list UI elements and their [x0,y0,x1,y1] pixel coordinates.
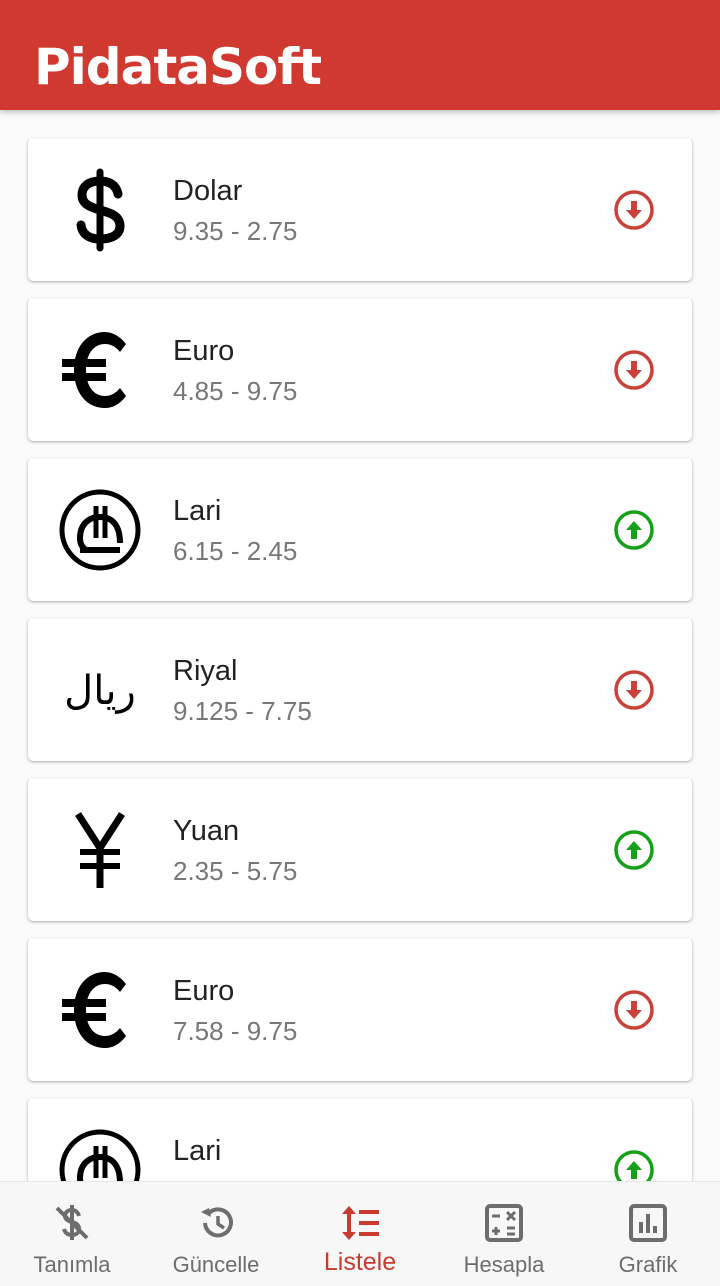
calculator-icon [483,1202,525,1244]
nav-item-hesapla[interactable]: Hesapla [432,1182,576,1286]
chart-icon [627,1202,669,1244]
currency-range: 9.125 - 7.75 [173,696,312,726]
bottom-navigation: Tanımla Güncelle Listele Hesapla Grafik [0,1181,720,1286]
arrow-down-circle-icon[interactable] [613,669,655,711]
currency-card[interactable]: Euro 4.85 - 9.75 [28,298,692,441]
currency-name: Lari [173,1135,222,1167]
currency-name: Dolar [173,175,243,207]
currency-card[interactable]: Yuan 2.35 - 5.75 [28,778,692,921]
arrow-down-circle-icon[interactable] [613,349,655,391]
currency-card[interactable]: Euro 7.58 - 9.75 [28,938,692,1081]
currency-name: Euro [173,975,235,1007]
nav-label: Grafik [618,1252,678,1277]
svg-text:ريال: ريال [64,668,136,714]
riyal-icon: ريال [56,646,144,734]
yuan-icon [56,806,144,894]
nav-label: Listele [323,1248,397,1276]
nav-item-güncelle[interactable]: Güncelle [144,1182,288,1286]
currency-list[interactable]: Dolar 9.35 - 2.75 Euro 4.85 - 9.75 Lari 6.15 … [0,110,720,1181]
lari-icon [56,1126,144,1181]
currency-range: 7.58 - 9.75 [173,1016,298,1046]
currency-range: 9.35 - 2.75 [173,216,298,246]
arrow-up-circle-icon[interactable] [613,829,655,871]
currency-card[interactable]: Dolar 9.35 - 2.75 [28,138,692,281]
arrow-down-circle-icon[interactable] [613,189,655,231]
nav-label: Güncelle [172,1252,260,1277]
currency-card[interactable]: ريال Riyal 9.125 - 7.75 [28,618,692,761]
currency-name: Yuan [173,815,240,847]
currency-range: 2.35 - 5.75 [173,856,298,886]
euro-icon [56,326,144,414]
app-title: PidataSoft [34,38,322,96]
money-off-icon [51,1202,93,1244]
currency-name: Riyal [173,655,238,687]
app-bar: PidataSoft [0,0,720,110]
dollar-icon [56,166,144,254]
nav-item-grafik[interactable]: Grafik [576,1182,720,1286]
nav-label: Hesapla [463,1252,545,1277]
nav-item-tanımla[interactable]: Tanımla [0,1182,144,1286]
currency-card[interactable]: Lari 6.15 - 2.45 [28,458,692,601]
sort-list-icon [339,1202,381,1244]
lari-icon [56,486,144,574]
euro-icon [56,966,144,1054]
currency-range: 6.15 - 2.45 [173,536,298,566]
currency-range: 4.85 - 9.75 [173,376,298,406]
history-icon [195,1202,237,1244]
arrow-down-circle-icon[interactable] [613,989,655,1031]
currency-name: Euro [173,335,235,367]
currency-name: Lari [173,495,222,527]
currency-card[interactable]: Lari [28,1098,692,1181]
nav-label: Tanımla [33,1252,111,1277]
arrow-up-circle-icon[interactable] [613,1149,655,1181]
nav-item-listele[interactable]: Listele [288,1182,432,1286]
arrow-up-circle-icon[interactable] [613,509,655,551]
